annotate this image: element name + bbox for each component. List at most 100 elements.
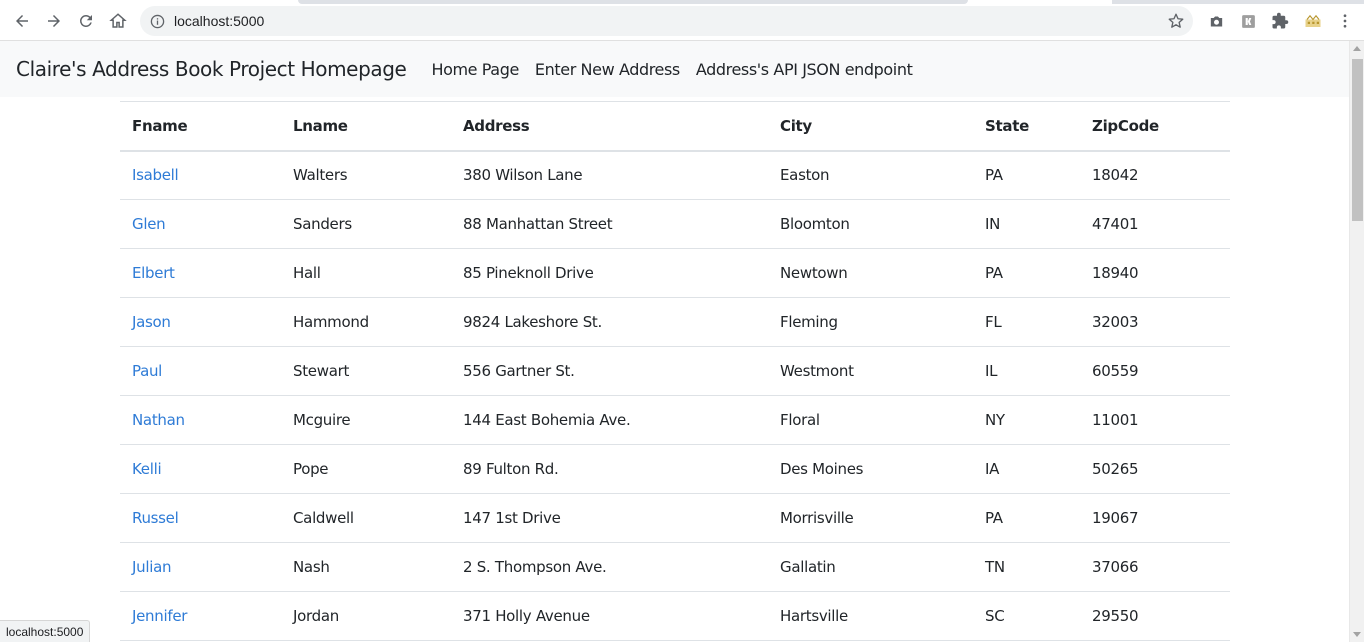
cell-lname: Stewart <box>293 362 350 380</box>
cell-state: FL <box>985 313 1002 331</box>
cell-address: 89 Fulton Rd. <box>463 460 559 478</box>
header-zipcode: ZipCode <box>1092 116 1159 135</box>
cell-zipcode: 60559 <box>1092 362 1139 380</box>
cell-city: Fleming <box>780 313 838 331</box>
cell-fname: Glen <box>120 200 281 249</box>
cell-lname: Nash <box>293 558 330 576</box>
reload-icon[interactable] <box>74 9 98 33</box>
back-icon[interactable] <box>10 9 34 33</box>
cell-fname: Jennifer <box>120 592 281 641</box>
scroll-up-arrow-icon[interactable] <box>1353 46 1361 51</box>
table-row: Elbert Hall 85 Pineknoll Drive Newtown PA 189… <box>120 249 1230 298</box>
scrollbar-thumb[interactable] <box>1352 59 1363 221</box>
fname-link[interactable]: Elbert <box>132 264 175 282</box>
cell-fname: Elbert <box>120 249 281 298</box>
puzzle-icon[interactable] <box>1271 12 1289 30</box>
table-row: Isabell Walters 380 Wilson Lane Easton PA 180… <box>120 151 1230 200</box>
cell-address: 380 Wilson Lane <box>463 166 583 185</box>
tab-strip-edge <box>1112 0 1364 4</box>
cell-city: Newtown <box>780 264 848 282</box>
fname-link[interactable]: Jason <box>132 313 171 331</box>
navbar-brand[interactable]: Claire's Address Book Project Homepage <box>16 57 407 81</box>
cell-zipcode: 18042 <box>1092 166 1139 185</box>
cell-city: Easton <box>780 166 830 185</box>
address-bar[interactable]: localhost:5000 <box>140 6 1193 36</box>
cell-city: Morrisville <box>780 509 854 527</box>
home-icon[interactable] <box>106 9 130 33</box>
table-row: Jason Hammond 9824 Lakeshore St. Fleming FL 3… <box>120 298 1230 347</box>
cell-state: TN <box>985 558 1005 576</box>
address-table: Fname Lname Address City State ZipCode I… <box>120 101 1230 641</box>
cell-fname: Russel <box>120 494 281 543</box>
nav-link-api-json[interactable]: Address's API JSON endpoint <box>696 60 913 79</box>
browser-toolbar: localhost:5000 <box>0 0 1364 41</box>
table-row: Glen Sanders 88 Manhattan Street Bloomton IN… <box>120 200 1230 249</box>
scroll-down-arrow-icon[interactable] <box>1353 632 1361 637</box>
cell-state: PA <box>985 509 1003 527</box>
table-row: Kelli Pope 89 Fulton Rd. Des Moines IA 50265 <box>120 445 1230 494</box>
camera-icon[interactable] <box>1207 12 1225 30</box>
extension-icon[interactable] <box>1239 12 1257 30</box>
cell-state: IL <box>985 362 998 380</box>
address-table-container: Fname Lname Address City State ZipCode I… <box>120 101 1230 641</box>
cell-fname: Jason <box>120 298 281 347</box>
tab-strip-edge <box>298 0 968 4</box>
cell-city: Des Moines <box>780 460 864 478</box>
table-header-row: Fname Lname Address City State ZipCode <box>120 101 1230 151</box>
cell-address: 2 S. Thompson Ave. <box>463 558 607 576</box>
cell-state: SC <box>985 607 1005 625</box>
table-body: Isabell Walters 380 Wilson Lane Easton PA 180… <box>120 151 1230 641</box>
cell-fname: Paul <box>120 347 281 396</box>
cell-fname: Isabell <box>120 151 281 200</box>
nav-link-enter-new-address[interactable]: Enter New Address <box>535 60 680 79</box>
cell-zipcode: 11001 <box>1092 411 1139 429</box>
fname-link[interactable]: Russel <box>132 509 179 527</box>
cell-address: 147 1st Drive <box>463 509 561 527</box>
cell-address: 371 Holly Avenue <box>463 607 590 625</box>
fname-link[interactable]: Jennifer <box>132 607 187 625</box>
forward-icon[interactable] <box>42 9 66 33</box>
cell-address: 9824 Lakeshore St. <box>463 313 602 331</box>
site-navbar: Claire's Address Book Project Homepage H… <box>0 41 1349 97</box>
cell-lname: Walters <box>293 166 348 185</box>
cell-state: NY <box>985 411 1005 429</box>
url-text: localhost:5000 <box>174 13 265 29</box>
cell-zipcode: 50265 <box>1092 460 1139 478</box>
cell-zipcode: 19067 <box>1092 509 1139 527</box>
cell-address: 144 East Bohemia Ave. <box>463 411 631 429</box>
cell-lname: Sanders <box>293 215 352 233</box>
profile-icon[interactable] <box>1302 12 1324 30</box>
cell-fname: Kelli <box>120 445 281 494</box>
star-icon[interactable] <box>1167 12 1185 30</box>
table-row: Russel Caldwell 147 1st Drive Morrisville PA… <box>120 494 1230 543</box>
cell-city: Gallatin <box>780 558 836 576</box>
table-row: Julian Nash 2 S. Thompson Ave. Gallatin TN 37… <box>120 543 1230 592</box>
menu-icon[interactable] <box>1336 12 1354 30</box>
table-row: Nathan Mcguire 144 East Bohemia Ave. Floral… <box>120 396 1230 445</box>
fname-link[interactable]: Kelli <box>132 460 162 478</box>
fname-link[interactable]: Glen <box>132 215 166 233</box>
cell-lname: Hall <box>293 264 321 282</box>
fname-link[interactable]: Nathan <box>132 411 185 429</box>
cell-lname: Jordan <box>293 607 339 625</box>
cell-zipcode: 47401 <box>1092 215 1139 233</box>
header-city: City <box>780 116 812 135</box>
header-address: Address <box>463 116 530 135</box>
cell-city: Westmont <box>780 362 854 380</box>
cell-state: IA <box>985 460 1000 478</box>
cell-address: 88 Manhattan Street <box>463 215 613 233</box>
cell-lname: Mcguire <box>293 411 351 429</box>
fname-link[interactable]: Paul <box>132 362 162 380</box>
cell-city: Hartsville <box>780 607 848 625</box>
header-state: State <box>985 116 1029 135</box>
info-icon[interactable] <box>149 13 165 29</box>
page-scrollbar[interactable] <box>1349 41 1364 642</box>
cell-zipcode: 29550 <box>1092 607 1139 625</box>
cell-fname: Julian <box>120 543 281 592</box>
nav-link-home[interactable]: Home Page <box>431 60 519 79</box>
header-fname: Fname <box>132 116 188 135</box>
fname-link[interactable]: Isabell <box>132 166 179 184</box>
cell-state: PA <box>985 264 1003 282</box>
header-lname: Lname <box>293 116 348 135</box>
fname-link[interactable]: Julian <box>132 558 171 576</box>
